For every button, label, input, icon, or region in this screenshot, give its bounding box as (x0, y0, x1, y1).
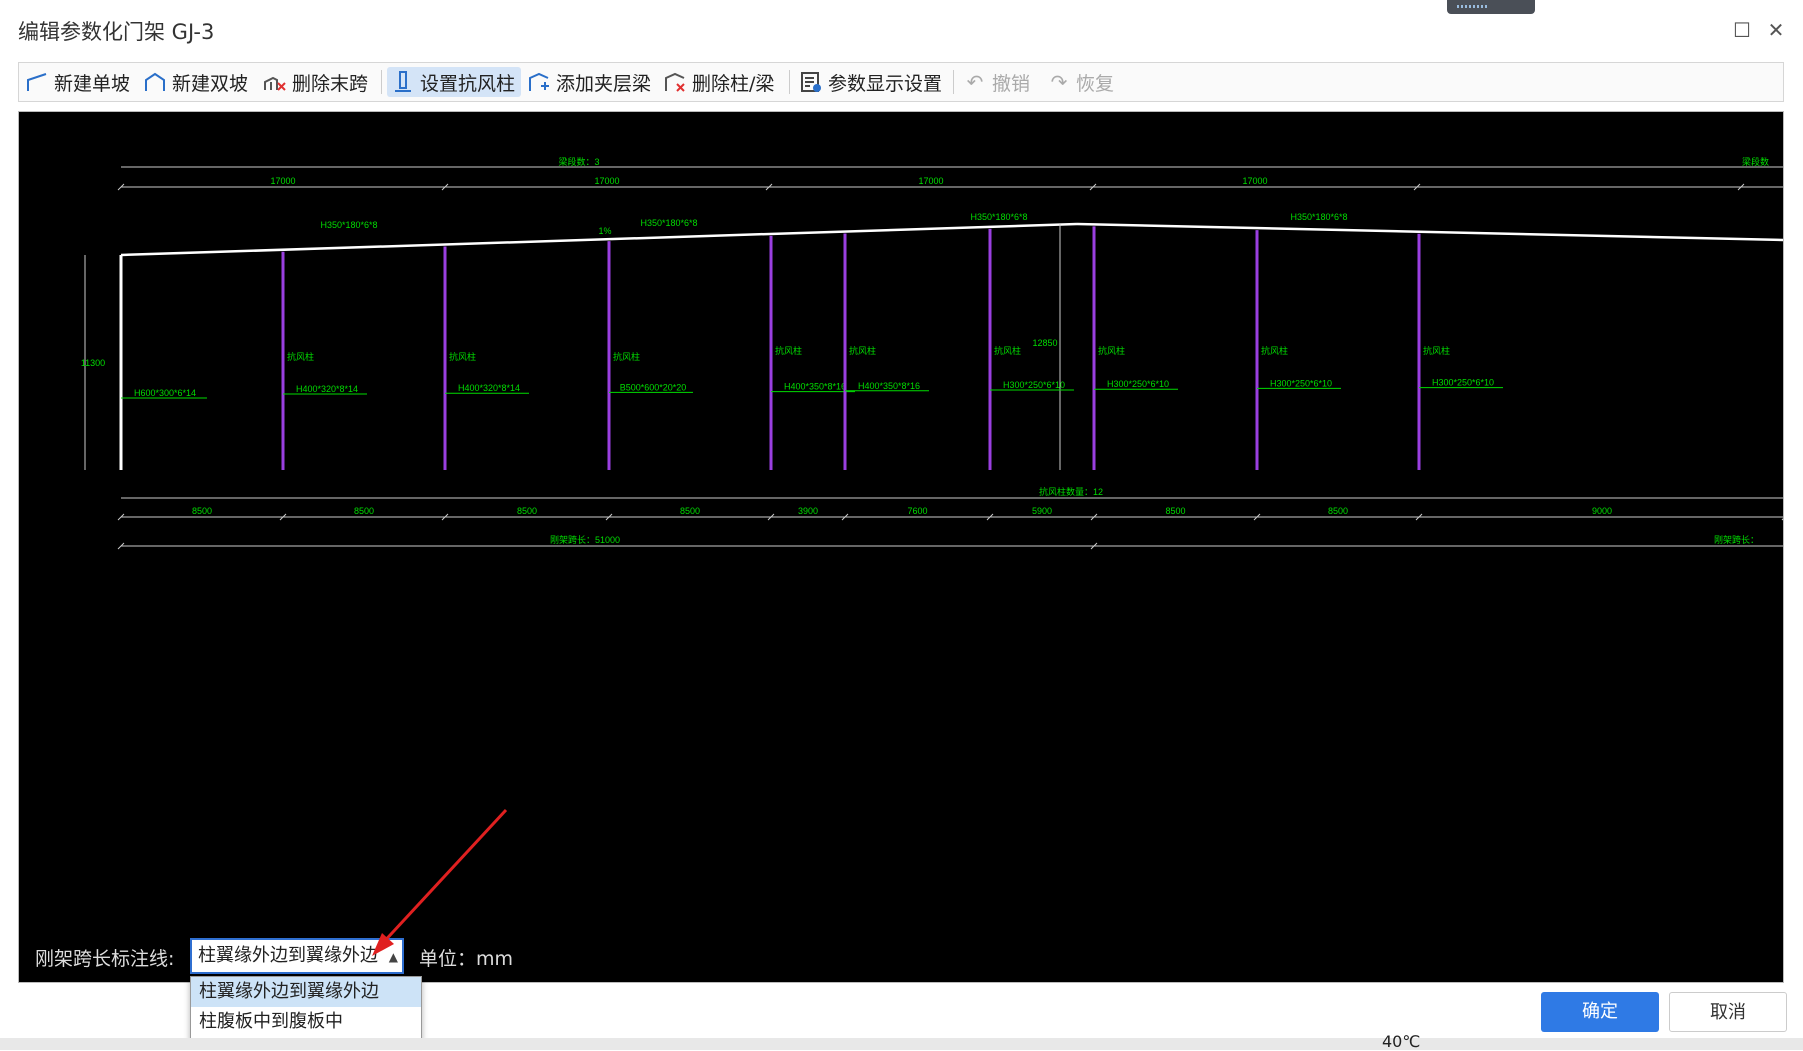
settings-list-icon (801, 72, 821, 92)
toolbar-divider (953, 70, 954, 94)
mezzanine-icon (529, 72, 549, 91)
span-annotation-label: 刚架跨长标注线: (35, 948, 175, 970)
wind-column-section-label: H300*250*6*10 (1270, 378, 1332, 388)
bottom-span-label: 8500 (192, 506, 212, 516)
new-double-slope-label: 新建双坡 (172, 72, 249, 95)
span-annotation-dropdown[interactable]: 柱翼缘外边到翼缘外边 ▲ (190, 938, 404, 974)
param-display-settings-button[interactable]: 参数显示设置 (799, 67, 942, 97)
dropdown-options: 柱翼缘外边到翼缘外边 柱腹板中到腹板中 (190, 976, 422, 1042)
new-single-slope-button[interactable]: 新建单坡 (25, 67, 130, 97)
wind-column-section-label: H300*250*6*10 (1003, 380, 1065, 390)
left-column-section-label: H600*300*6*14 (134, 388, 196, 398)
frame-span-label: 刚架跨长：51000 (550, 534, 620, 545)
delete-column-beam-button[interactable]: 删除柱/梁 (663, 67, 774, 97)
slope-label: 1% (598, 226, 611, 236)
cancel-button[interactable]: 取消 (1669, 992, 1787, 1032)
chevron-up-icon: ▲ (388, 950, 398, 964)
wind-column-label: 抗风柱 (849, 345, 876, 356)
wind-column-label: 抗风柱 (775, 345, 802, 356)
undo-label: 撤销 (992, 72, 1031, 95)
wind-column-label: 抗风柱 (1261, 345, 1288, 356)
wind-column-label: 抗风柱 (287, 351, 314, 362)
wind-column-label: 抗风柱 (994, 345, 1021, 356)
unit-label: 单位：mm (419, 948, 514, 970)
toolbar-divider (789, 70, 790, 94)
beam-section-label: H350*180*6*8 (1290, 212, 1347, 222)
bottom-span-label: 8500 (1328, 506, 1348, 516)
param-display-settings-label: 参数显示设置 (828, 72, 943, 95)
ridge-height-label: 12850 (1032, 338, 1057, 348)
frame-drawing: 11300 12850 梁段数：3 梁段数 17000 17000 17000 17000 H3… (81, 156, 1783, 550)
close-icon[interactable]: ✕ (1762, 16, 1790, 44)
top-span-label: 17000 (594, 176, 619, 186)
single-slope-icon (27, 73, 47, 91)
set-wind-column-button[interactable]: 设置抗风柱 (387, 67, 522, 97)
delete-span-icon (264, 76, 286, 91)
add-mezzanine-beam-button[interactable]: 添加夹层梁 (527, 67, 651, 97)
delete-last-span-button[interactable]: 删除末跨 (263, 67, 368, 97)
bottom-span-label: 8500 (1165, 506, 1185, 516)
window-title: 编辑参数化门架 GJ-3 (18, 20, 215, 44)
left-height-label: 11300 (81, 358, 105, 368)
dropdown-option-flange-edge[interactable]: 柱翼缘外边到翼缘外边 (191, 977, 421, 1007)
top-dim-label-right: 梁段数 (1742, 156, 1769, 167)
bottom-span-label: 3900 (798, 506, 818, 516)
beam-section-label: H350*180*6*8 (320, 220, 377, 230)
toolbar-divider (381, 70, 382, 94)
bottom-span-label: 8500 (517, 506, 537, 516)
roof-beam-right (1076, 222, 1783, 242)
undo-button[interactable]: ↶ 撤销 (963, 67, 1030, 97)
bottom-span-label: 9000 (1592, 506, 1612, 516)
add-mezzanine-beam-label: 添加夹层梁 (556, 72, 652, 95)
delete-column-icon (665, 72, 685, 92)
taskbar (0, 1038, 1803, 1050)
maximize-icon[interactable]: ☐ (1728, 16, 1756, 44)
delete-last-span-label: 删除末跨 (292, 72, 369, 95)
bottom-span-label: 5900 (1032, 506, 1052, 516)
wind-column-section-label: H300*250*6*10 (1432, 378, 1494, 388)
floating-widget[interactable] (1447, 0, 1535, 14)
undo-icon: ↶ (966, 70, 984, 94)
bottom-span-label: 8500 (680, 506, 700, 516)
set-wind-column-label: 设置抗风柱 (420, 72, 516, 95)
title-bar: 编辑参数化门架 GJ-3 ☐ ✕ (0, 0, 1803, 58)
bottom-span-label: 8500 (354, 506, 374, 516)
wind-column-section-label: H300*250*6*10 (1107, 379, 1169, 389)
ok-button[interactable]: 确定 (1541, 992, 1659, 1032)
wind-column-section-label: B500*600*20*20 (620, 382, 687, 392)
top-span-label: 17000 (270, 176, 295, 186)
bottom-span-label: 7600 (907, 506, 927, 516)
wind-column-label: 抗风柱 (1098, 345, 1125, 356)
beam-section-label: H350*180*6*8 (970, 212, 1027, 222)
redo-label: 恢复 (1076, 72, 1115, 95)
temperature-readout: 40℃ (1382, 1032, 1421, 1051)
frame-span-label-right: 刚架跨长： (1714, 534, 1759, 545)
wind-column-section-label: H400*320*8*14 (458, 383, 520, 393)
wind-column-label: 抗风柱 (613, 351, 640, 362)
top-span-label: 17000 (918, 176, 943, 186)
wind-column-icon (395, 71, 411, 92)
wind-column-label: 抗风柱 (449, 351, 476, 362)
wind-column-count-label: 抗风柱数量：12 (1039, 486, 1103, 497)
dropdown-option-web-center[interactable]: 柱腹板中到腹板中 (191, 1007, 421, 1037)
toolbar: 新建单坡 新建双坡 删除末跨 设置抗风柱 添加夹层梁 删除柱/梁 参数显示设置 … (18, 62, 1784, 102)
drawing-canvas[interactable]: 11300 12850 梁段数：3 梁段数 17000 17000 17000 17000 H3… (18, 111, 1784, 983)
wind-column-section-label: H400*350*8*16 (784, 382, 846, 392)
wind-column-label: 抗风柱 (1423, 345, 1450, 356)
redo-button[interactable]: ↷ 恢复 (1047, 67, 1114, 97)
top-dim-label: 梁段数：3 (558, 156, 599, 167)
redo-icon: ↷ (1050, 70, 1068, 94)
wind-column-section-label: H400*350*8*16 (858, 381, 920, 391)
new-double-slope-button[interactable]: 新建双坡 (143, 67, 248, 97)
new-single-slope-label: 新建单坡 (54, 72, 131, 95)
top-span-label: 17000 (1242, 176, 1267, 186)
beam-section-label: H350*180*6*8 (640, 218, 697, 228)
double-slope-icon (145, 72, 165, 91)
delete-column-beam-label: 删除柱/梁 (692, 72, 775, 95)
wind-column-section-label: H400*320*8*14 (296, 384, 358, 394)
span-annotation-value: 柱翼缘外边到翼缘外边 (198, 945, 378, 966)
